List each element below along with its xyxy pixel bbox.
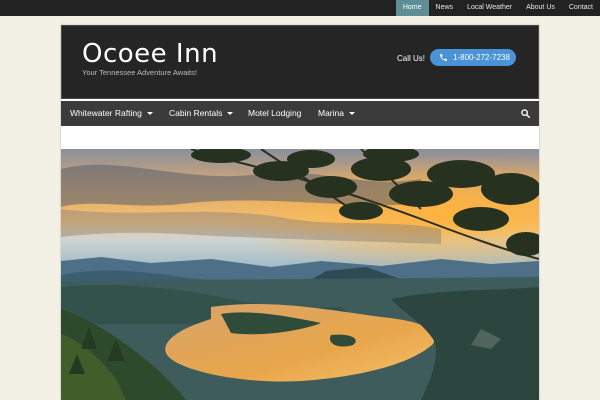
search-icon[interactable] [521,109,530,118]
nav-whitewater-rafting[interactable]: Whitewater Rafting [70,101,153,126]
topnav-news[interactable]: News [429,0,461,16]
site-tagline: Your Tennessee Adventure Awaits! [82,68,197,77]
site-header: Ocoee Inn Your Tennessee Adventure Await… [61,25,539,99]
phone-icon [440,54,447,61]
chevron-down-icon [146,112,153,116]
chevron-down-icon [227,112,234,116]
nav-motel-lodging[interactable]: Motel Lodging [248,101,301,126]
nav-marina[interactable]: Marina [318,101,355,126]
page-wrapper: Ocoee Inn Your Tennessee Adventure Await… [61,25,539,400]
nav-label: Motel Lodging [248,108,302,118]
topnav-contact[interactable]: Contact [562,0,600,16]
chevron-down-icon [348,112,355,116]
topnav-local-weather[interactable]: Local Weather [460,0,519,16]
sub-bar [61,126,539,148]
top-bar: Home News Local Weather About Us Contact [0,0,600,16]
nav-label: Whitewater Rafting [70,108,142,118]
topnav-about-us[interactable]: About Us [519,0,562,16]
top-nav: Home News Local Weather About Us Contact [395,0,600,16]
sunset-lake-mountains [61,149,539,400]
site-title[interactable]: Ocoee Inn [82,39,218,69]
phone-button[interactable]: 1-800-272-7238 [430,49,516,66]
nav-cabin-rentals[interactable]: Cabin Rentals [169,101,234,126]
nav-label: Marina [318,108,344,118]
hero-image [61,149,539,400]
main-nav: Whitewater Rafting Cabin Rentals Motel L… [61,101,539,126]
topnav-home[interactable]: Home [395,0,429,16]
phone-number: 1-800-272-7238 [453,53,510,62]
call-us-label: Call Us! [397,54,426,63]
nav-label: Cabin Rentals [169,108,223,118]
